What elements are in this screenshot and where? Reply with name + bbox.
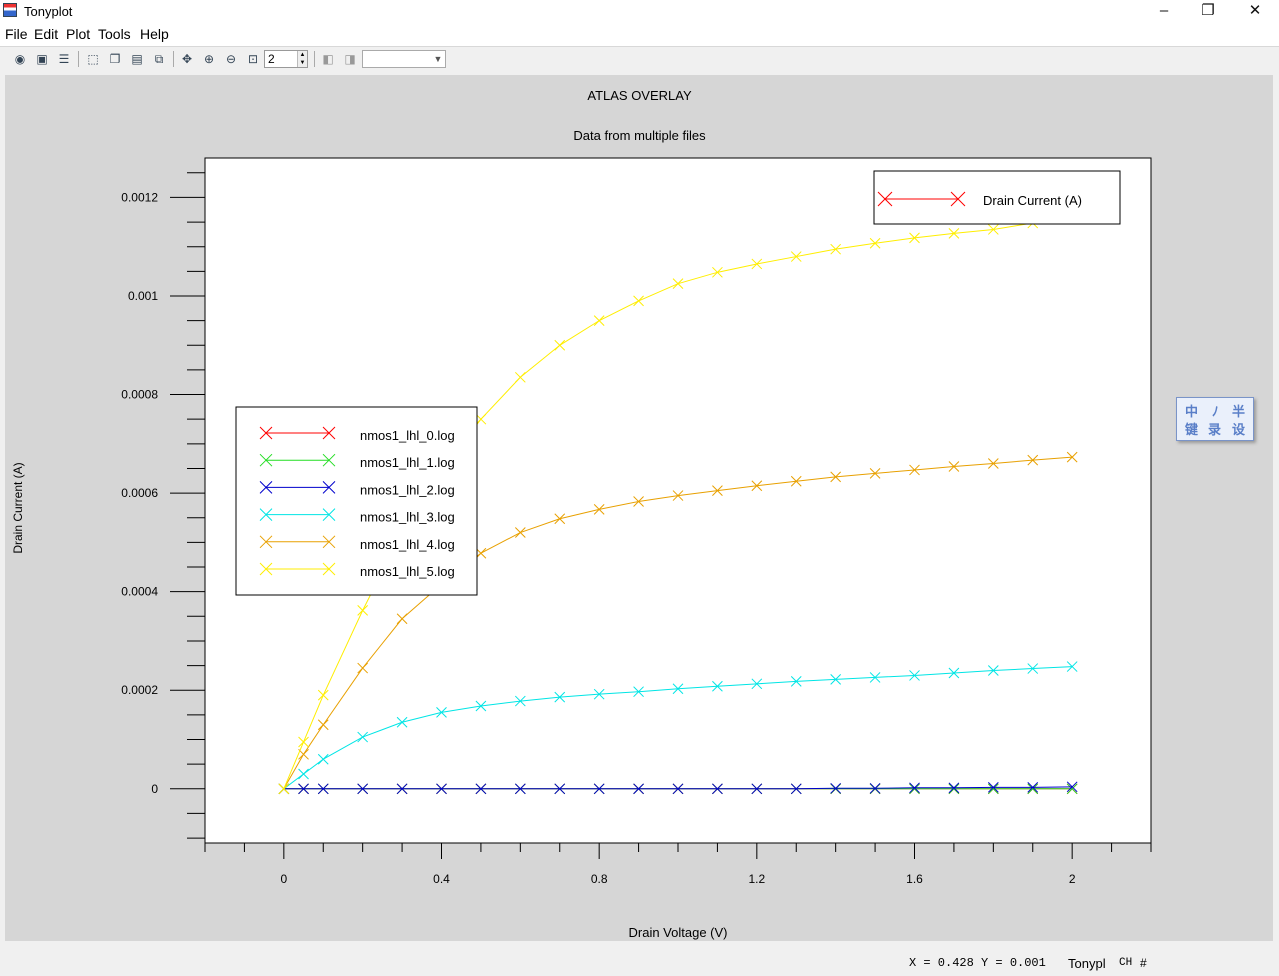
zoom-in-icon[interactable]: ⊕: [201, 51, 217, 67]
taskbar-app-label: Tonypl: [1068, 956, 1106, 971]
plot-select-combo[interactable]: ▼: [362, 50, 446, 68]
ime-char: 录: [1208, 422, 1222, 437]
ime-char: 设: [1232, 422, 1246, 437]
ime-char: 半: [1232, 404, 1246, 419]
zoom-level-stepper[interactable]: 2 ▲ ▼: [264, 50, 308, 68]
copy-icon[interactable]: ❐: [107, 51, 123, 67]
menu-bar: File Edit Plot Tools Help: [0, 22, 1279, 47]
previous-plot-icon[interactable]: ◧: [320, 51, 336, 67]
toolbar: ◉ ▣ ☰ ⬚ ❐ ▤ ⧉ ✥ ⊕ ⊖ ⊡ ◧ ◨: [0, 47, 1279, 71]
zoom-level-value: 2: [268, 52, 275, 66]
menu-help[interactable]: Help: [140, 26, 169, 42]
delete-icon[interactable]: ▤: [129, 51, 145, 67]
menu-tools[interactable]: Tools: [98, 26, 131, 42]
select-region-icon[interactable]: ⬚: [85, 51, 101, 67]
open-file-icon[interactable]: ◉: [12, 51, 28, 67]
ime-language-indicator[interactable]: CH: [1119, 957, 1132, 969]
coordinate-readout: X = 0.428 Y = 0.001: [909, 956, 1046, 970]
app-icon: [3, 3, 17, 17]
menu-plot[interactable]: Plot: [66, 26, 90, 42]
print-icon[interactable]: ☰: [56, 51, 72, 67]
ime-char: 中: [1185, 404, 1199, 419]
toolbar-separator: [173, 51, 174, 67]
plot-canvas[interactable]: [5, 75, 1273, 941]
zoom-out-icon[interactable]: ⊖: [223, 51, 239, 67]
plot-subtitle: Data from multiple files: [573, 128, 706, 143]
ime-toolbar-widget[interactable]: 中 ﾉ 半 键 录 设: [1176, 397, 1254, 441]
next-plot-icon[interactable]: ◨: [342, 51, 358, 67]
status-bar: X = 0.428 Y = 0.001 Tonypl CH #: [0, 950, 1279, 976]
toolbar-separator: [78, 51, 79, 67]
grid-icon[interactable]: #: [1140, 956, 1147, 970]
plot-title: ATLAS OVERLAY: [587, 88, 692, 103]
minimize-button[interactable]: –: [1142, 0, 1186, 22]
close-button[interactable]: ✕: [1233, 0, 1277, 22]
menu-file[interactable]: File: [5, 26, 28, 42]
menu-edit[interactable]: Edit: [34, 26, 58, 42]
maximize-button[interactable]: ❐: [1186, 0, 1230, 22]
save-file-icon[interactable]: ▣: [34, 51, 50, 67]
stepper-arrows-icon[interactable]: ▲ ▼: [297, 51, 307, 67]
window-title: Tonyplot: [24, 4, 73, 19]
ime-char: ﾉ: [1212, 404, 1219, 419]
title-bar: Tonyplot – ❐ ✕: [0, 0, 1279, 22]
duplicate-icon[interactable]: ⧉: [151, 51, 167, 67]
ime-char: 键: [1185, 422, 1199, 437]
toolbar-separator: [314, 51, 315, 67]
chevron-down-icon[interactable]: ▼: [431, 51, 445, 67]
zoom-box-icon[interactable]: ⊡: [245, 51, 261, 67]
move-icon[interactable]: ✥: [179, 51, 195, 67]
